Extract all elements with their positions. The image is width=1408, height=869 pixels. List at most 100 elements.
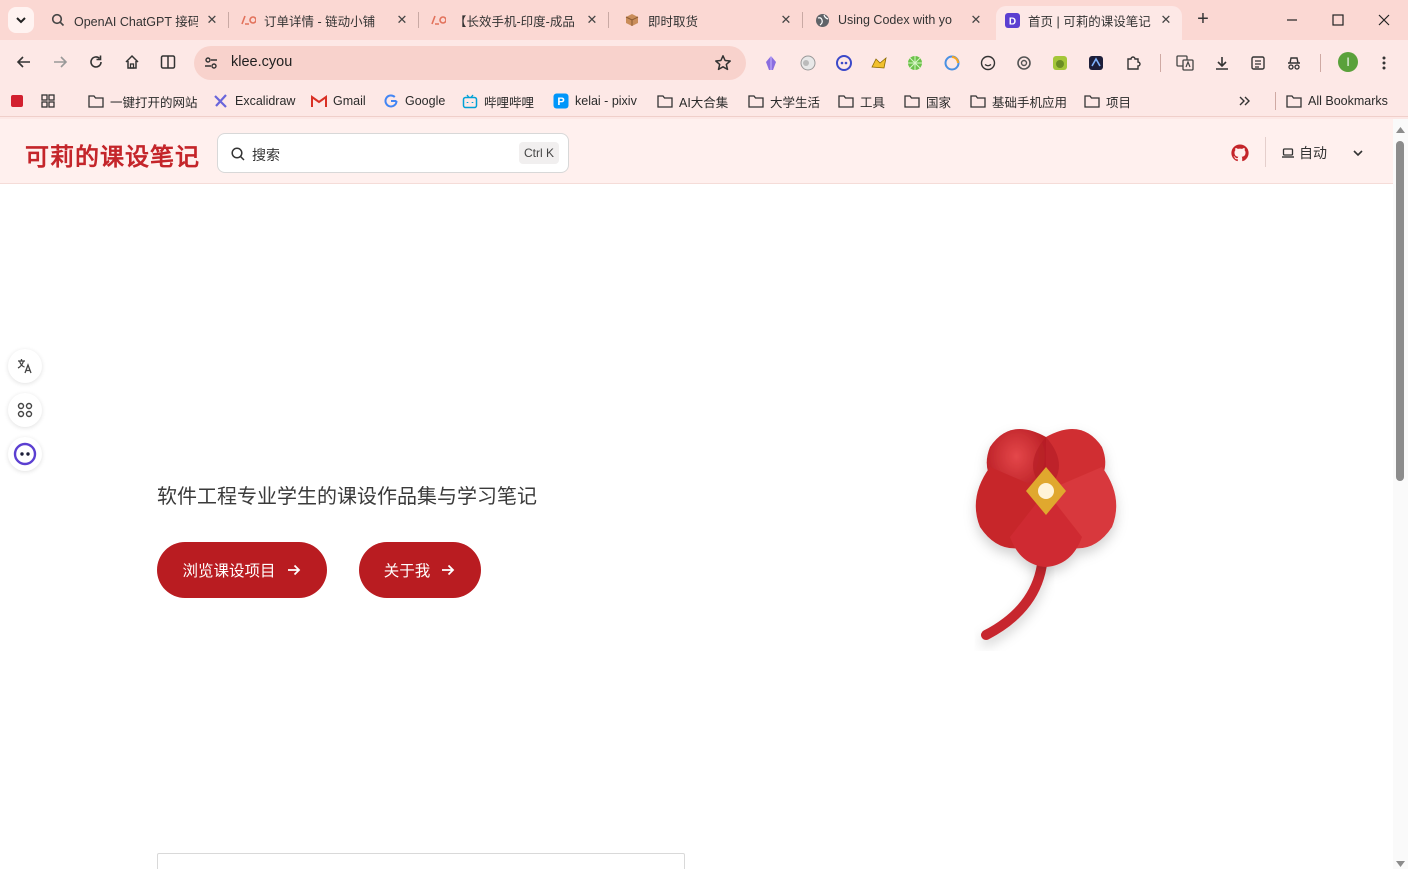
browser-tab[interactable]: 即时取货 ✕	[616, 6, 803, 34]
bookmark-item[interactable]: 基础手机应用	[970, 92, 1067, 110]
bookmark-app-icon[interactable]	[10, 92, 24, 110]
close-icon[interactable]: ✕	[584, 12, 600, 28]
content-card	[157, 853, 685, 869]
bookmark-label: AI大合集	[679, 95, 729, 110]
profile-avatar[interactable]: I	[1338, 52, 1358, 72]
extension-frog-icon[interactable]	[1051, 54, 1069, 72]
translate-button[interactable]	[8, 349, 42, 383]
address-bar[interactable]: klee.cyou	[194, 46, 746, 80]
folder-icon	[748, 93, 764, 109]
bookmark-label: Gmail	[333, 94, 366, 108]
bookmarks-bar: 一键打开的网站 Excalidraw Gmail Google 哔哩哔哩 Pke…	[0, 84, 1408, 117]
extension-dark-icon[interactable]	[1087, 54, 1105, 72]
search-icon	[50, 12, 66, 28]
bookmark-item[interactable]: 大学生活	[748, 92, 820, 110]
browser-tab[interactable]: 【长效手机-印度-成品 ✕	[422, 6, 609, 34]
extension-smile-icon[interactable]	[979, 54, 997, 72]
browse-projects-button[interactable]: 浏览课设项目	[157, 542, 327, 598]
site-logo[interactable]: 可莉的课设笔记	[25, 137, 200, 172]
forward-button[interactable]	[46, 48, 74, 76]
close-icon[interactable]: ✕	[1158, 12, 1174, 28]
svg-text:P: P	[557, 96, 564, 108]
split-view-button[interactable]	[154, 48, 182, 76]
site-info-icon[interactable]	[202, 54, 220, 72]
bookmark-item[interactable]: 一键打开的网站	[88, 92, 198, 110]
browser-tab-active[interactable]: D 首页 | 可莉的课设笔记 ✕	[996, 6, 1182, 40]
folder-icon	[1084, 93, 1100, 109]
back-button[interactable]	[10, 48, 38, 76]
window-close-button[interactable]	[1361, 6, 1407, 34]
laptop-icon	[1281, 147, 1295, 159]
close-icon[interactable]: ✕	[778, 12, 794, 28]
command-icon	[17, 402, 33, 418]
scrollbar-thumb[interactable]	[1396, 141, 1404, 481]
extension-pikachu-icon[interactable]	[870, 54, 888, 72]
browser-tab[interactable]: OpenAI ChatGPT 接码 ✕	[42, 6, 229, 34]
chevron-down-icon[interactable]	[1350, 145, 1366, 161]
pixiv-icon: P	[553, 93, 569, 109]
incognito-icon[interactable]	[1285, 54, 1303, 72]
bilibili-icon	[462, 93, 478, 109]
scroll-down-arrow-icon[interactable]	[1396, 856, 1405, 867]
theme-label: 自动	[1299, 145, 1327, 161]
scroll-up-arrow-icon[interactable]	[1396, 122, 1405, 133]
extension-swirl-icon[interactable]	[943, 54, 961, 72]
extension-openai-icon[interactable]	[1015, 54, 1033, 72]
more-menu-icon[interactable]	[1375, 54, 1393, 72]
close-icon[interactable]: ✕	[394, 12, 410, 28]
extension-robot-icon[interactable]	[835, 54, 853, 72]
bookmark-item[interactable]: Google	[383, 92, 445, 110]
bookmark-item[interactable]: Pkelai - pixiv	[553, 92, 637, 110]
bookmark-label: kelai - pixiv	[575, 94, 637, 108]
home-button[interactable]	[118, 48, 146, 76]
bookmark-label: 项目	[1106, 95, 1132, 110]
browser-tab[interactable]: Using Codex with yo ✕	[806, 6, 992, 34]
translate-icon[interactable]	[1176, 54, 1194, 72]
close-icon[interactable]: ✕	[968, 12, 984, 28]
home-icon	[125, 54, 139, 69]
reload-icon	[90, 55, 102, 68]
command-button[interactable]	[8, 393, 42, 427]
new-tab-button[interactable]: +	[1192, 8, 1214, 32]
tab-search-button[interactable]	[8, 7, 34, 33]
bookmark-label: 大学生活	[770, 95, 821, 110]
ld-logo-icon	[240, 12, 256, 28]
bookmark-item[interactable]: Excalidraw	[213, 92, 295, 110]
minimize-button[interactable]	[1269, 6, 1315, 34]
assistant-button[interactable]	[8, 437, 42, 471]
extension-lime-icon[interactable]	[906, 54, 924, 72]
bookmark-item[interactable]: 项目	[1084, 92, 1131, 110]
bookmark-item[interactable]: 工具	[838, 92, 885, 110]
bookmark-item[interactable]: Gmail	[311, 92, 366, 110]
bookmark-item[interactable]: AI大合集	[657, 92, 728, 110]
theme-selector[interactable]: 自动	[1281, 143, 1327, 163]
reload-button[interactable]	[82, 48, 110, 76]
robot-face-icon	[13, 442, 37, 466]
bookmark-item[interactable]: 哔哩哔哩	[462, 92, 534, 110]
tab-title: 订单详情 - 链动小铺	[264, 14, 376, 29]
extensions-puzzle-icon[interactable]	[1124, 54, 1142, 72]
arrow-right-icon	[440, 562, 456, 578]
browser-toolbar: klee.cyou I	[0, 40, 1408, 84]
maximize-button[interactable]	[1315, 6, 1361, 34]
folder-icon	[970, 93, 986, 109]
extension-cloud-icon[interactable]	[799, 54, 817, 72]
bookmark-star-icon[interactable]	[714, 54, 732, 72]
all-bookmarks[interactable]: All Bookmarks	[1286, 92, 1388, 110]
browser-tab[interactable]: 订单详情 - 链动小铺 ✕	[232, 6, 419, 34]
close-icon[interactable]: ✕	[204, 12, 220, 28]
bookmark-label: 国家	[926, 95, 952, 110]
vertical-scrollbar[interactable]	[1393, 119, 1408, 869]
bookmark-item[interactable]: 国家	[904, 92, 951, 110]
apps-grid-icon[interactable]	[40, 92, 56, 110]
about-me-button[interactable]: 关于我	[359, 542, 481, 598]
reading-list-icon[interactable]	[1249, 54, 1267, 72]
download-icon[interactable]	[1213, 54, 1231, 72]
search-input[interactable]: 搜索 Ctrl K	[217, 133, 569, 173]
globe-icon	[814, 12, 830, 28]
extension-crystal-icon[interactable]	[762, 54, 780, 72]
bookmarks-overflow-icon[interactable]	[1238, 92, 1252, 110]
search-icon	[230, 146, 246, 162]
url-text[interactable]: klee.cyou	[231, 54, 292, 70]
github-icon[interactable]	[1230, 143, 1250, 163]
